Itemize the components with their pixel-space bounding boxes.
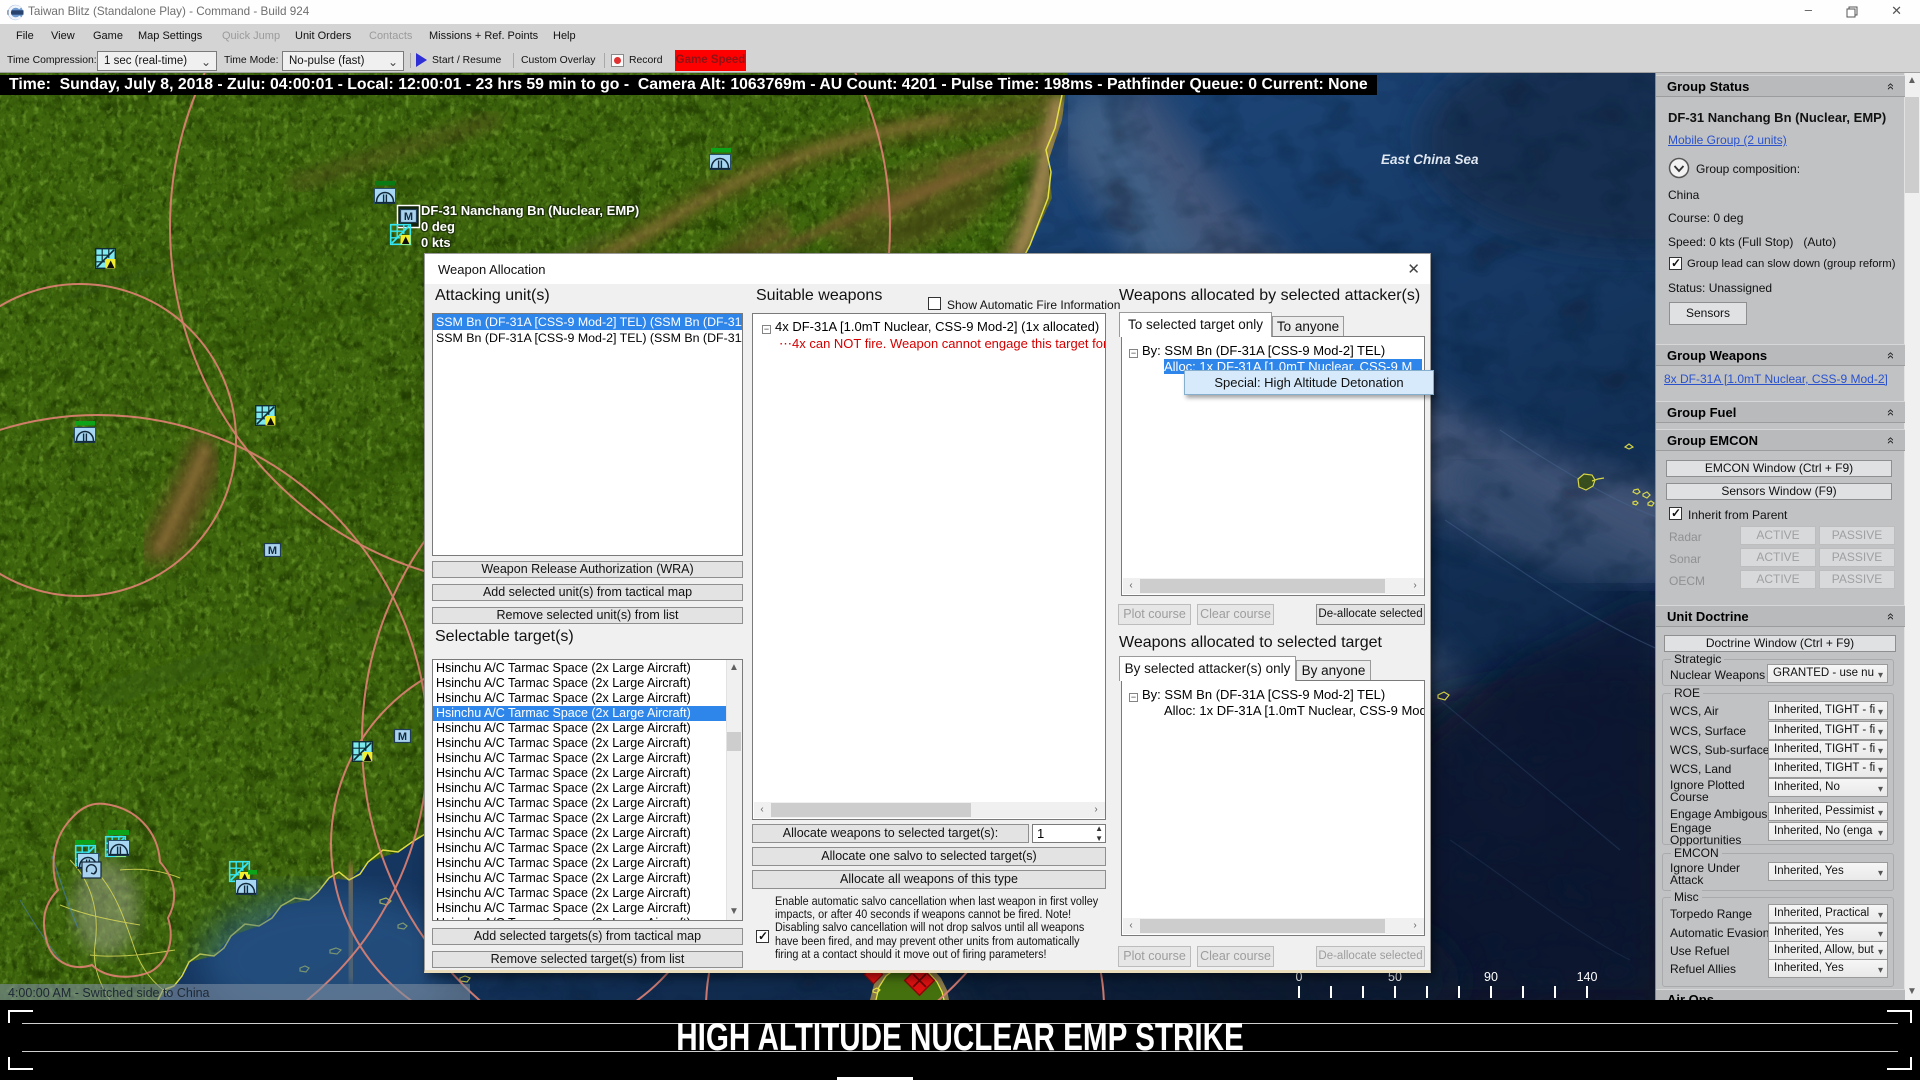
svg-text:140: 140 <box>1577 970 1598 984</box>
svg-text:0 deg: 0 deg <box>421 219 455 234</box>
svg-text:DF-31 Nanchang Bn (Nuclear, EM: DF-31 Nanchang Bn (Nuclear, EMP) <box>421 203 639 218</box>
svg-text:East China Sea: East China Sea <box>1381 152 1479 167</box>
svg-text:0 kts: 0 kts <box>421 235 451 250</box>
svg-text:90: 90 <box>1484 970 1498 984</box>
svg-text:4:00:00 AM - Switched side to: 4:00:00 AM - Switched side to China <box>8 986 210 1000</box>
